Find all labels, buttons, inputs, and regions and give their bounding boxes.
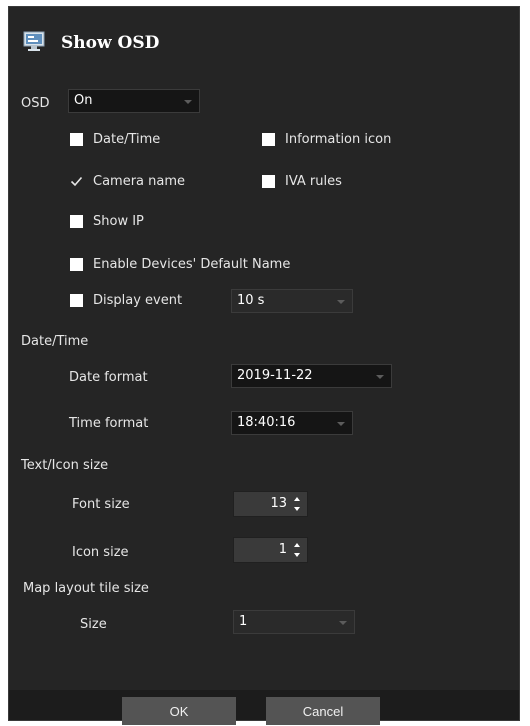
icon-size-value: 1: [278, 542, 287, 557]
time-format-value: 18:40:16: [237, 415, 296, 430]
checkmark-icon[interactable]: [70, 175, 83, 188]
display-event-duration-value: 10 s: [237, 293, 265, 308]
date-time-heading: Date/Time: [21, 334, 89, 349]
osd-select-value: On: [74, 93, 93, 108]
display-event-duration-select[interactable]: 10 s: [231, 289, 353, 313]
checkbox-show-ip[interactable]: Show IP: [70, 214, 144, 229]
date-format-select[interactable]: 2019-11-22: [231, 364, 392, 388]
size-label: Size: [80, 617, 107, 632]
map-size-select[interactable]: 1: [233, 610, 355, 634]
checkbox-label: Enable Devices' Default Name: [93, 257, 291, 272]
spin-arrows-icon[interactable]: [293, 542, 301, 558]
text-icon-size-heading: Text/Icon size: [21, 458, 109, 473]
checkbox-box[interactable]: [262, 133, 275, 146]
map-layout-heading: Map layout tile size: [23, 581, 149, 596]
checkbox-label: Show IP: [93, 214, 144, 229]
checkbox-box[interactable]: [70, 294, 83, 307]
checkbox-iva-rules[interactable]: IVA rules: [262, 174, 342, 189]
ok-button[interactable]: OK: [122, 697, 236, 725]
checkbox-box[interactable]: [70, 215, 83, 228]
chevron-down-icon: [339, 621, 347, 625]
cancel-button[interactable]: Cancel: [266, 697, 380, 725]
map-size-value: 1: [239, 614, 248, 629]
checkbox-label: Information icon: [285, 132, 392, 147]
font-size-label: Font size: [72, 497, 130, 512]
checkbox-display-event[interactable]: Display event: [70, 293, 182, 308]
checkbox-box[interactable]: [262, 175, 275, 188]
dialog-footer: [9, 690, 519, 720]
font-size-value: 13: [270, 496, 287, 511]
icon-size-spinbox[interactable]: 1: [233, 537, 308, 563]
checkbox-label: Display event: [93, 293, 183, 308]
checkbox-information-icon[interactable]: Information icon: [262, 132, 391, 147]
time-format-select[interactable]: 18:40:16: [231, 411, 353, 435]
dialog-title: Show OSD: [61, 33, 160, 53]
checkbox-enable-default-name[interactable]: Enable Devices' Default Name: [70, 257, 290, 272]
icon-size-label: Icon size: [72, 545, 129, 560]
date-format-label: Date format: [69, 370, 148, 385]
time-format-label: Time format: [69, 416, 149, 431]
monitor-settings-icon: [23, 30, 45, 56]
spin-arrows-icon[interactable]: [293, 496, 301, 512]
checkbox-camera-name[interactable]: Camera name: [70, 174, 185, 189]
checkbox-label: IVA rules: [285, 174, 342, 189]
chevron-down-icon: [337, 422, 345, 426]
dialog-header: Show OSD: [23, 29, 159, 57]
chevron-down-icon: [337, 300, 345, 304]
osd-label: OSD: [21, 96, 50, 111]
chevron-down-icon: [184, 100, 192, 104]
show-osd-dialog: Show OSD OSD On Date/Time Information ic…: [8, 6, 520, 725]
checkbox-date-time[interactable]: Date/Time: [70, 132, 160, 147]
date-format-value: 2019-11-22: [237, 368, 313, 383]
font-size-spinbox[interactable]: 13: [233, 491, 308, 517]
checkbox-box[interactable]: [70, 258, 83, 271]
osd-select[interactable]: On: [68, 89, 200, 113]
chevron-down-icon: [376, 375, 384, 379]
checkbox-label: Camera name: [93, 174, 186, 189]
checkbox-box[interactable]: [70, 133, 83, 146]
checkbox-label: Date/Time: [93, 132, 161, 147]
